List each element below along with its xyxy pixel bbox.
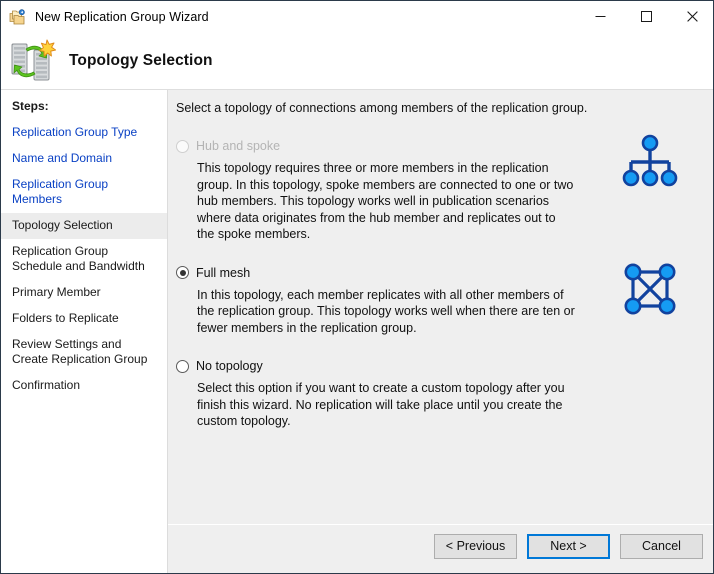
window-title: New Replication Group Wizard: [35, 9, 209, 24]
sidebar-item-confirmation: Confirmation: [12, 378, 81, 392]
radio-no-topology[interactable]: [176, 359, 189, 373]
hub-and-spoke-diagram: [619, 130, 681, 192]
option-label-no-topology[interactable]: No topology: [196, 359, 263, 373]
caption-button-group: [577, 1, 713, 32]
close-icon: [686, 11, 698, 22]
footer-bar: < Previous Next > Cancel: [168, 524, 713, 573]
option-full-mesh: Full mesh In this topology, each member …: [168, 263, 713, 337]
title-bar: New Replication Group Wizard: [1, 1, 713, 32]
option-label-hub-and-spoke: Hub and spoke: [196, 139, 281, 153]
sidebar-item-replication-group-schedule-and-bandwidth: Replication Group Schedule and Bandwidth: [12, 244, 145, 273]
previous-button[interactable]: < Previous: [434, 534, 517, 559]
option-no-topology: No topology Select this option if you wa…: [168, 356, 713, 430]
server-replication-icon: [9, 37, 57, 85]
next-button[interactable]: Next >: [527, 534, 610, 559]
button-group: < Previous Next > Cancel: [434, 534, 703, 559]
full-mesh-diagram: [619, 258, 681, 320]
maximize-button[interactable]: [623, 1, 669, 32]
page-title: Topology Selection: [69, 51, 213, 69]
option-label-full-mesh[interactable]: Full mesh: [196, 266, 250, 280]
sidebar-item-replication-group-members[interactable]: Replication Group Members: [1, 172, 167, 213]
sidebar-item-name-and-domain[interactable]: Name and Domain: [1, 146, 167, 172]
sidebar-item-folders-to-replicate: Folders to Replicate: [12, 311, 119, 325]
option-hub-and-spoke: Hub and spoke This topology requires thr…: [168, 134, 713, 243]
sidebar-item-topology-selection[interactable]: Topology Selection: [1, 213, 167, 239]
radio-full-mesh[interactable]: [176, 266, 189, 279]
page-header: Topology Selection: [1, 32, 713, 90]
maximize-icon: [640, 11, 652, 22]
instruction-text: Select a topology of connections among m…: [176, 101, 588, 115]
steps-sidebar: Steps: Replication Group Type Name and D…: [1, 90, 168, 573]
sidebar-item-primary-member: Primary Member: [12, 285, 101, 299]
option-description-full-mesh: In this topology, each member replicates…: [197, 287, 575, 335]
minimize-icon: [595, 16, 605, 17]
wizard-window: New Replication Group Wizard Topology Se…: [0, 0, 714, 574]
steps-label: Steps:: [12, 99, 49, 113]
sidebar-item-replication-group-type[interactable]: Replication Group Type: [1, 120, 167, 146]
replication-folders-icon: [9, 8, 27, 26]
sidebar-item-review-settings-and-create-replication-group: Review Settings and Create Replication G…: [12, 337, 148, 366]
cancel-button[interactable]: Cancel: [620, 534, 703, 559]
option-description-no-topology: Select this option if you want to create…: [197, 381, 565, 428]
content-panel: Select a topology of connections among m…: [168, 90, 713, 573]
wizard-body: Steps: Replication Group Type Name and D…: [1, 90, 713, 573]
minimize-button[interactable]: [577, 1, 623, 32]
radio-hub-and-spoke: [176, 139, 189, 153]
close-button[interactable]: [669, 1, 713, 32]
option-description-hub-and-spoke: This topology requires three or more mem…: [197, 161, 574, 241]
